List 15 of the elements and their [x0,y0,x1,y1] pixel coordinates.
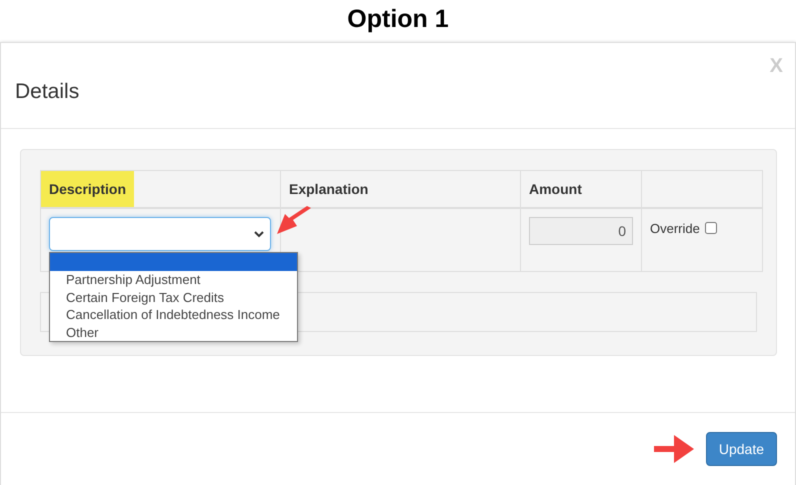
amount-field[interactable]: 0 [529,217,633,245]
override-label: Override [650,221,700,236]
update-button[interactable]: Update [706,432,777,466]
dropdown-option[interactable]: Partnership Adjustment [50,271,297,288]
page-title: Option 1 [346,4,450,35]
dropdown-option[interactable]: Certain Foreign Tax Credits [50,288,297,306]
dropdown-option[interactable]: Other [50,324,297,341]
chevron-down-icon [254,230,264,238]
description-select[interactable] [49,217,271,251]
dropdown-option[interactable]: Cancellation of Indebtedness Income [50,306,297,324]
column-label: Amount [528,180,583,199]
override-checkbox[interactable] [705,222,718,234]
dialog-title: Details [15,80,80,104]
column-label: Explanation [288,180,370,199]
column-label: Description [41,171,134,207]
